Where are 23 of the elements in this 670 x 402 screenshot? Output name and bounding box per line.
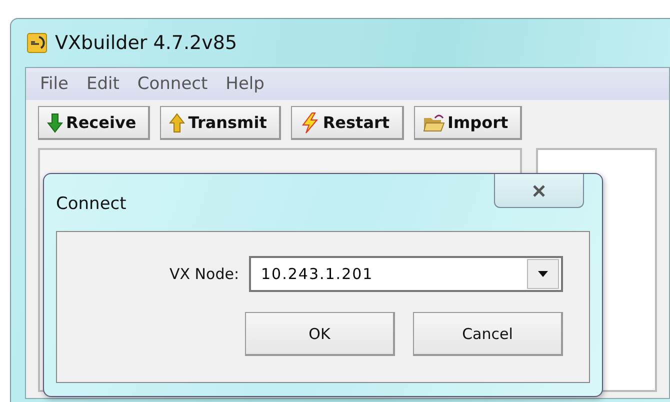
menu-item[interactable]: Help: [226, 74, 264, 94]
close-icon: [532, 184, 546, 196]
toolbar-button[interactable]: Import: [414, 106, 522, 140]
window-title: VXbuilder 4.7.2v85: [55, 32, 238, 54]
dropdown-button[interactable]: [527, 259, 559, 289]
menu-item[interactable]: Edit: [86, 74, 120, 94]
field-label: VX Node:: [169, 265, 239, 283]
menu-item[interactable]: File: [40, 74, 68, 94]
app-icon: [27, 33, 47, 53]
toolbar-button[interactable]: Transmit: [160, 106, 281, 140]
up-arrow-icon: [169, 112, 186, 132]
down-arrow-icon: [47, 112, 63, 132]
dialog-button[interactable]: OK: [245, 312, 395, 356]
folder-icon: [422, 112, 445, 132]
toolbar-button[interactable]: Restart: [290, 106, 404, 140]
toolbar-button[interactable]: Receive: [38, 106, 150, 140]
dialog-title: Connect: [56, 194, 126, 214]
dialog-button[interactable]: Cancel: [413, 312, 563, 356]
caret-icon: [538, 271, 548, 277]
menu-item[interactable]: Connect: [137, 74, 208, 94]
lightning-icon: [300, 112, 320, 134]
close-button[interactable]: [494, 174, 584, 208]
node-combo-box[interactable]: 10.243.1.201: [249, 256, 563, 292]
